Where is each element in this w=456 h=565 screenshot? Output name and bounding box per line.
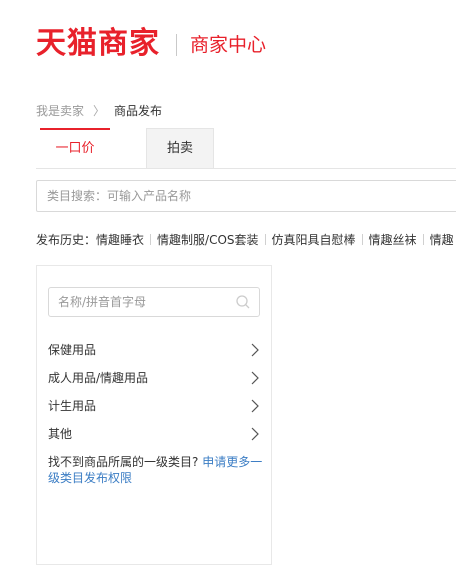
page-header: 天猫商家 商家中心 (0, 0, 456, 80)
history-item[interactable]: 情趣制服/COS套装 (157, 233, 259, 247)
history-separator (264, 234, 266, 245)
category-item-family-planning[interactable]: 计生用品 (48, 392, 260, 420)
tabs-divider (36, 168, 456, 169)
publish-tabs: 一口价 拍卖 (36, 128, 456, 169)
category-filter-input[interactable]: 名称/拼音首字母 (48, 287, 260, 317)
category-panel: 名称/拼音首字母 保健用品 成人用品/情趣用品 计生用品 其他 找不到商品所属的… (36, 265, 272, 565)
logo-divider (176, 34, 177, 56)
history-label: 发布历史： (36, 233, 97, 247)
history-item[interactable]: 情趣 (430, 233, 454, 247)
breadcrumb-current: 商品发布 (114, 104, 163, 118)
chevron-right-icon (251, 399, 259, 413)
category-item-label: 计生用品 (48, 399, 97, 413)
history-separator (361, 234, 363, 245)
tab-fixed-price[interactable]: 一口价 (40, 128, 110, 168)
chevron-right-icon (251, 371, 259, 385)
history-separator (422, 234, 424, 245)
history-item[interactable]: 情趣丝袜 (369, 233, 417, 247)
category-item-label: 保健用品 (48, 343, 97, 357)
chevron-right-icon (251, 427, 259, 441)
tmall-merchant-logo[interactable]: 天猫商家 (36, 24, 160, 64)
search-icon[interactable] (235, 294, 251, 310)
category-item-health[interactable]: 保健用品 (48, 336, 260, 364)
breadcrumb: 我是卖家〉商品发布 (36, 103, 162, 119)
history-item[interactable]: 仿真阳具自慰棒 (272, 233, 356, 247)
merchant-center-title[interactable]: 商家中心 (190, 31, 266, 59)
category-item-other[interactable]: 其他 (48, 420, 260, 448)
tab-auction[interactable]: 拍卖 (146, 128, 214, 168)
category-item-adult[interactable]: 成人用品/情趣用品 (48, 364, 260, 392)
chevron-right-icon (251, 343, 259, 357)
category-filter-placeholder: 名称/拼音首字母 (58, 295, 147, 309)
category-list: 保健用品 成人用品/情趣用品 计生用品 其他 (48, 336, 260, 448)
history-item[interactable]: 情趣睡衣 (96, 233, 144, 247)
publish-history: 发布历史：情趣睡衣 情趣制服/COS套装 仿真阳具自慰棒 情趣丝袜 情趣 (36, 232, 454, 248)
category-search-input[interactable]: 类目搜索：可输入产品名称 (36, 180, 456, 212)
breadcrumb-separator-icon: 〉 (93, 104, 106, 118)
history-separator (150, 234, 152, 245)
category-item-label: 其他 (48, 427, 73, 441)
category-item-label: 成人用品/情趣用品 (48, 371, 149, 385)
breadcrumb-root[interactable]: 我是卖家 (36, 104, 84, 118)
category-help-note: 找不到商品所属的一级类目? 申请更多一级类目发布权限 (48, 454, 264, 486)
category-help-text: 找不到商品所属的一级类目? (48, 455, 199, 469)
